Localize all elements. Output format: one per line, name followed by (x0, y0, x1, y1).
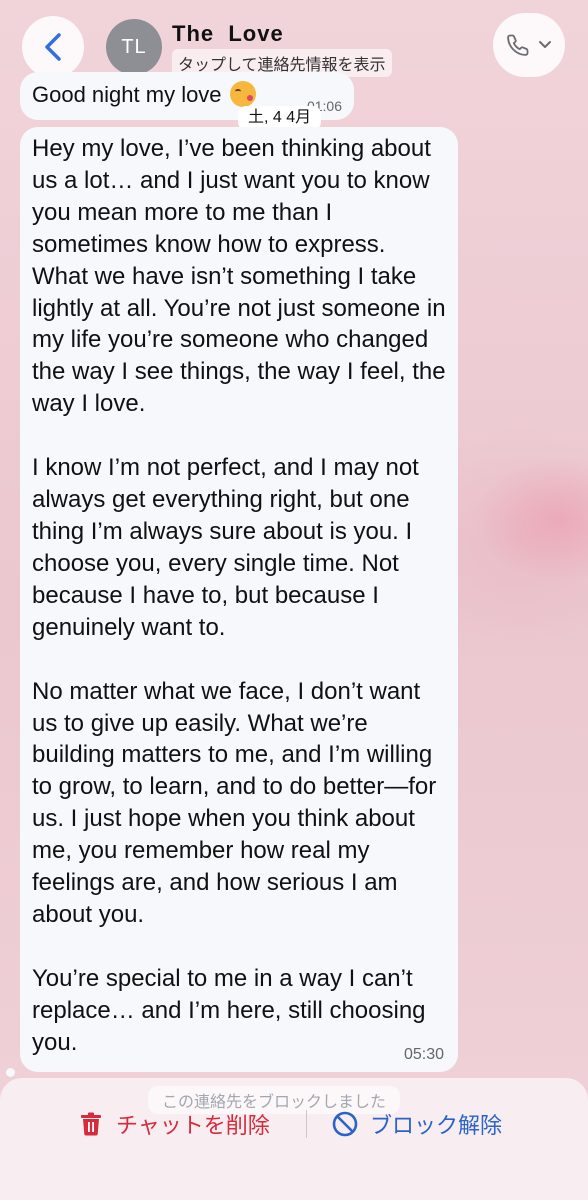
unblock-label: ブロック解除 (370, 1113, 503, 1138)
message-text: Good night my love (32, 82, 222, 107)
message-time: 05:30 (403, 1046, 444, 1063)
call-button[interactable] (493, 13, 565, 77)
phone-icon (507, 34, 529, 56)
chevron-down-icon (539, 41, 551, 48)
message-paragraph: You’re special to me in a way I can’t re… (32, 964, 426, 1056)
message-paragraph: I know I’m not perfect, and I may not al… (32, 454, 419, 641)
bubble-tail (6, 1068, 15, 1077)
contact-name[interactable]: The Love (172, 21, 284, 47)
divider (306, 1110, 307, 1138)
kissing-face-emoji-icon (230, 81, 256, 107)
delete-chat-button[interactable]: チャットを削除 (80, 1108, 270, 1140)
back-button[interactable] (22, 16, 84, 78)
delete-chat-label: チャットを削除 (116, 1113, 270, 1138)
avatar[interactable]: TL (106, 19, 162, 75)
block-icon (332, 1111, 358, 1137)
message-bubble[interactable]: Hey my love, I’ve been thinking about us… (20, 127, 458, 1072)
chevron-left-icon (45, 33, 61, 61)
message-paragraph: No matter what we face, I don’t want us … (32, 677, 437, 928)
unblock-button[interactable]: ブロック解除 (332, 1108, 502, 1140)
trash-icon (81, 1112, 101, 1136)
message-paragraph: Hey my love, I’ve been thinking about us… (32, 135, 446, 418)
